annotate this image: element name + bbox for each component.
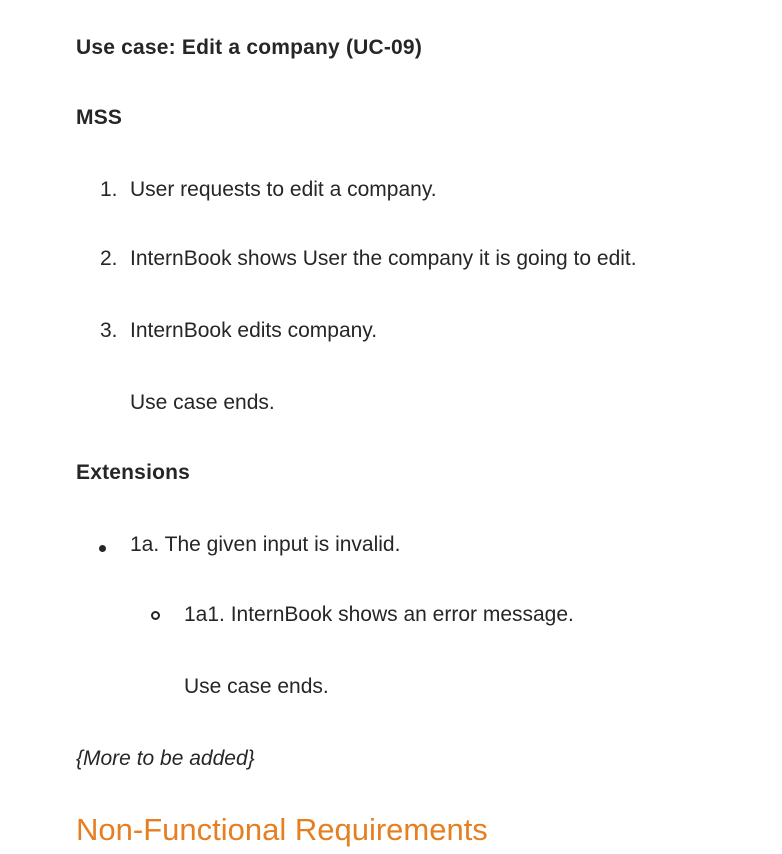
extensions-heading: Extensions xyxy=(76,461,191,484)
mss-step-text: InternBook edits company. xyxy=(130,319,378,342)
use-case-title: Use case: Edit a company (UC-09) xyxy=(76,36,423,59)
mss-step-number: 1. xyxy=(100,178,118,201)
bullet-circle-icon xyxy=(151,611,160,620)
mss-step-text: InternBook shows User the company it is … xyxy=(130,247,637,270)
mss-step-number: 2. xyxy=(100,247,118,270)
mss-step-text: User requests to edit a company. xyxy=(130,178,437,201)
more-to-be-added-note: {More to be added} xyxy=(76,747,255,770)
extension-sub-end-text: Use case ends. xyxy=(184,675,329,698)
extension-text: 1a. The given input is invalid. xyxy=(130,533,401,556)
bullet-disc-icon xyxy=(99,545,106,552)
mss-step-number: 3. xyxy=(100,319,118,342)
document-body: Use case: Edit a company (UC-09) MSS 1. … xyxy=(0,0,782,854)
non-functional-requirements-heading: Non-Functional Requirements xyxy=(76,812,488,847)
mss-end-text: Use case ends. xyxy=(130,391,275,414)
extension-sub-text: 1a1. InternBook shows an error message. xyxy=(184,603,574,626)
mss-heading: MSS xyxy=(76,106,123,129)
